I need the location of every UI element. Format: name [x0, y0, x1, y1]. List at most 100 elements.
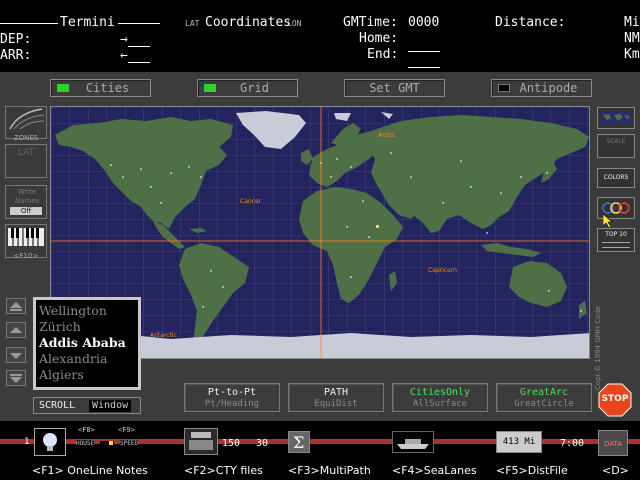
scroll-down-button[interactable] [6, 347, 26, 363]
scroll-bottom-button[interactable] [6, 370, 26, 386]
antipode-toggle-label: Antipode [519, 81, 578, 95]
mini-map-icon [601, 112, 631, 124]
write-names-button[interactable]: Write Names Off [5, 185, 47, 219]
double-up-arrow-icon [10, 302, 22, 311]
set-gmt-button[interactable]: Set GMT [344, 79, 445, 97]
lat-tool-label: LAT [17, 148, 35, 158]
equidist-label: EquiDist [314, 399, 358, 409]
antarctic-label: Antarctic [150, 332, 177, 339]
notes-button[interactable] [34, 428, 66, 456]
distance-label: Distance: [495, 15, 566, 30]
all-surface-label: AllSurface [412, 399, 468, 409]
down-arrow-icon [10, 353, 22, 359]
arctic-label: Arctic [378, 132, 396, 139]
house-label: HOUSE [76, 440, 95, 447]
pt-to-pt-button[interactable]: Pt-to-Pt Pt/Heading [184, 383, 280, 412]
f9-label: <F9> [118, 426, 135, 434]
unit-km[interactable]: Km [624, 48, 640, 62]
data-button[interactable]: DATA [598, 430, 628, 456]
grid-toggle[interactable]: Grid [197, 79, 298, 97]
antipode-led-icon [498, 84, 510, 92]
scroll-mode-value[interactable]: Window [89, 400, 132, 412]
scroll-up-button[interactable] [6, 322, 26, 338]
zones-button[interactable]: ZONES [5, 106, 47, 142]
arr-blank [127, 52, 150, 63]
zones-globe-icon [9, 108, 45, 130]
scroll-top-button[interactable] [6, 298, 26, 314]
up-arrow-icon [10, 327, 22, 333]
f8-label: <F8> [78, 426, 95, 434]
distance-badge: 413 Mi [502, 437, 536, 447]
city-item[interactable]: Alexandria [39, 351, 135, 367]
f10-label: <F10> [13, 252, 39, 260]
cities-toggle[interactable]: Cities [50, 79, 151, 97]
f5-distfile-key[interactable]: <F5>DistFile [496, 464, 568, 477]
lat-label: LAT [185, 19, 200, 28]
lightbulb-icon [43, 433, 57, 451]
grid-toggle-label: Grid [240, 81, 269, 95]
coordinates-label: Coordinates [205, 15, 292, 30]
write-names-off: Off [10, 207, 42, 215]
unit-nm[interactable]: NM [624, 32, 640, 46]
city-item-selected[interactable]: Addis Ababa [39, 335, 135, 351]
end-blank [408, 57, 440, 68]
city-item[interactable]: Zürich [39, 319, 135, 335]
great-circle-label: GreatCircle [514, 399, 574, 409]
sealanes-button[interactable] [392, 431, 434, 453]
top10-button[interactable]: TOP 10 [597, 228, 635, 252]
cities-only-label: CitiesOnly [409, 387, 471, 398]
time-value: 7:00 [560, 438, 585, 449]
pt-heading-label: Pt/Heading [204, 399, 260, 409]
house-speed-slider[interactable] [100, 441, 114, 445]
num-150: 150 [222, 438, 241, 449]
lat-lon-button[interactable]: LAT [5, 144, 47, 178]
gmtime-value[interactable]: 0000 [408, 16, 439, 30]
piano-button[interactable]: <F10> [5, 224, 47, 260]
zones-label: ZONES [13, 134, 39, 142]
city-list[interactable]: Wellington Zürich Addis Ababa Alexandria… [33, 297, 141, 390]
pt-to-pt-label: Pt-to-Pt [207, 387, 257, 398]
scroll-label: SCROLL [39, 400, 76, 411]
end-field[interactable] [408, 49, 440, 68]
slider-knob [109, 441, 113, 445]
scroll-mode-control[interactable]: SCROLL Window [33, 397, 141, 414]
mini-map-button[interactable] [597, 107, 635, 129]
set-gmt-label: Set GMT [369, 81, 420, 95]
f4-sealanes-key[interactable]: <F4>SeaLanes [392, 464, 477, 477]
city-item[interactable]: Algiers [39, 367, 135, 383]
grid-led-icon [204, 84, 216, 92]
cities-only-button[interactable]: CitiesOnly AllSurface [392, 383, 488, 412]
end-label: End: [367, 47, 399, 62]
capricorn-label: Capricorn [428, 267, 457, 274]
cty-files-button[interactable] [184, 428, 218, 455]
colors-label: COLORS [603, 174, 629, 181]
num-30: 30 [256, 438, 269, 449]
sigma-icon: Σ [293, 433, 304, 452]
top10-lines [602, 242, 630, 248]
d-key[interactable]: <D> [602, 464, 629, 477]
termini-label: Termini [60, 15, 115, 30]
double-down-arrow-icon [10, 374, 22, 383]
antipode-toggle[interactable]: Antipode [491, 79, 592, 97]
file-cabinet-icon [189, 432, 213, 450]
colors-button[interactable]: COLORS [597, 168, 635, 188]
city-item[interactable]: Wellington [39, 303, 135, 319]
copyright-vertical: Copr.© 1994 GMH Code [594, 262, 604, 392]
arr-field[interactable]: ← [120, 49, 150, 63]
termini-rule-left [0, 23, 58, 24]
f3-multipath-key[interactable]: <F3>MultiPath [288, 464, 371, 477]
scale-button[interactable]: SCALE [597, 134, 635, 158]
f1-notes-key[interactable]: <F1> OneLine Notes [32, 464, 148, 477]
great-arc-label: GreatArc [519, 387, 569, 398]
ship-icon [397, 439, 429, 449]
distfile-button[interactable]: 413 Mi [496, 431, 542, 453]
piano-keys-icon [8, 228, 44, 246]
great-arc-button[interactable]: GreatArc GreatCircle [496, 383, 592, 412]
stop-label: STOP [601, 394, 629, 404]
f2-cty-files-key[interactable]: <F2>CTY files [184, 464, 263, 477]
path-button[interactable]: PATH EquiDist [288, 383, 384, 412]
dep-field[interactable]: → [120, 33, 150, 47]
unit-mi[interactable]: Mi [624, 16, 640, 30]
home-label: Home: [359, 31, 399, 46]
multipath-button[interactable]: Σ [288, 431, 310, 453]
